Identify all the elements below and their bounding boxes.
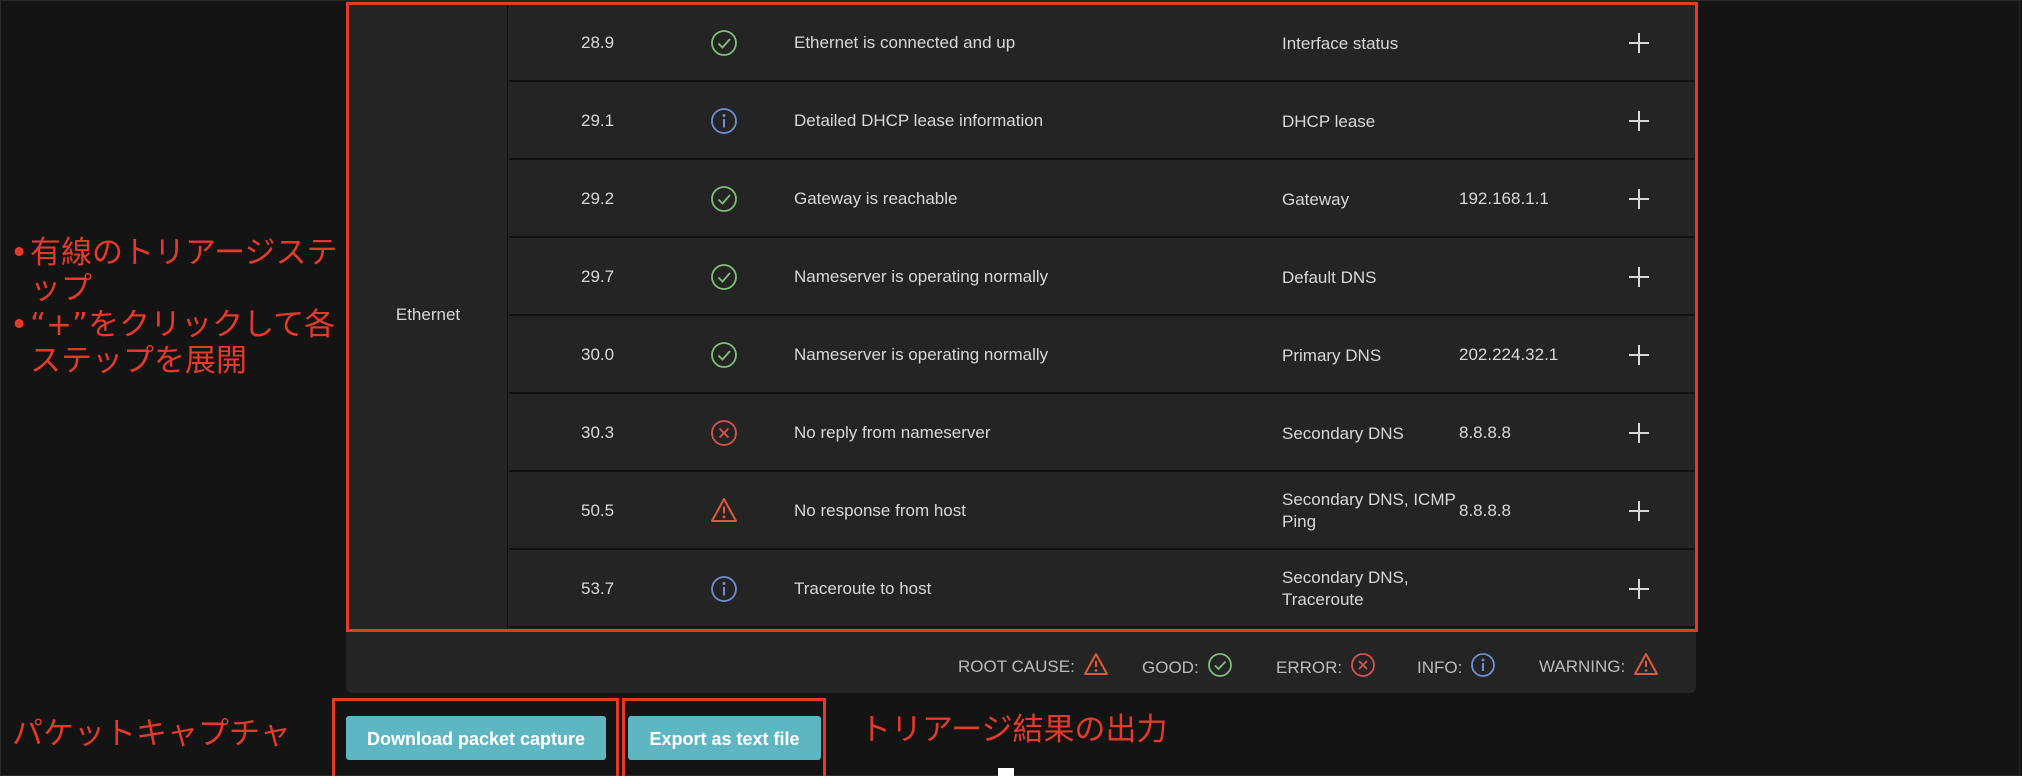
legend-root-cause-label: ROOT CAUSE: (958, 656, 1075, 676)
annotation-bullet-2: • “+”をクリックして各ステップを展開 (10, 307, 340, 379)
legend-warning: WARNING: (1539, 652, 1659, 681)
bullet-dot: • (10, 235, 29, 271)
annotation-bullet-1-text: 有線のトリアージステップ (30, 235, 338, 307)
annotation-frame-table (346, 2, 1698, 632)
bottom-marker (998, 768, 1014, 778)
legend-error-label: ERROR: (1276, 657, 1343, 677)
legend-info: INFO: (1417, 652, 1496, 683)
x-circle-icon (1350, 652, 1376, 683)
annotation-bullets: • 有線のトリアージステップ • “+”をクリックして各ステップを展開 (10, 235, 340, 379)
export-text-file-button[interactable]: Export as text file (628, 716, 821, 760)
annotation-bullet-2-text: “+”をクリックして各ステップを展開 (30, 307, 336, 379)
legend-good-label: GOOD: (1142, 657, 1199, 677)
legend-warning-label: WARNING: (1539, 656, 1626, 676)
legend-info-label: INFO: (1417, 657, 1463, 677)
check-circle-icon (1207, 652, 1233, 683)
warning-triangle-icon (1083, 652, 1109, 681)
warning-triangle-icon (1633, 652, 1659, 681)
info-circle-icon (1470, 652, 1496, 683)
legend-root-cause: ROOT CAUSE: (958, 652, 1109, 681)
legend-error: ERROR: (1276, 652, 1376, 683)
download-packet-capture-button[interactable]: Download packet capture (346, 716, 606, 760)
legend-good: GOOD: (1142, 652, 1233, 683)
status-legend: ROOT CAUSE: GOOD: ERROR: INFO: WARNING: (346, 632, 1696, 692)
bullet-dot: • (10, 307, 29, 343)
annotation-packet-capture: パケットキャプチャ (12, 716, 291, 752)
annotation-triage-output: トリアージ結果の出力 (860, 712, 1168, 748)
annotation-bullet-1: • 有線のトリアージステップ (10, 235, 340, 307)
